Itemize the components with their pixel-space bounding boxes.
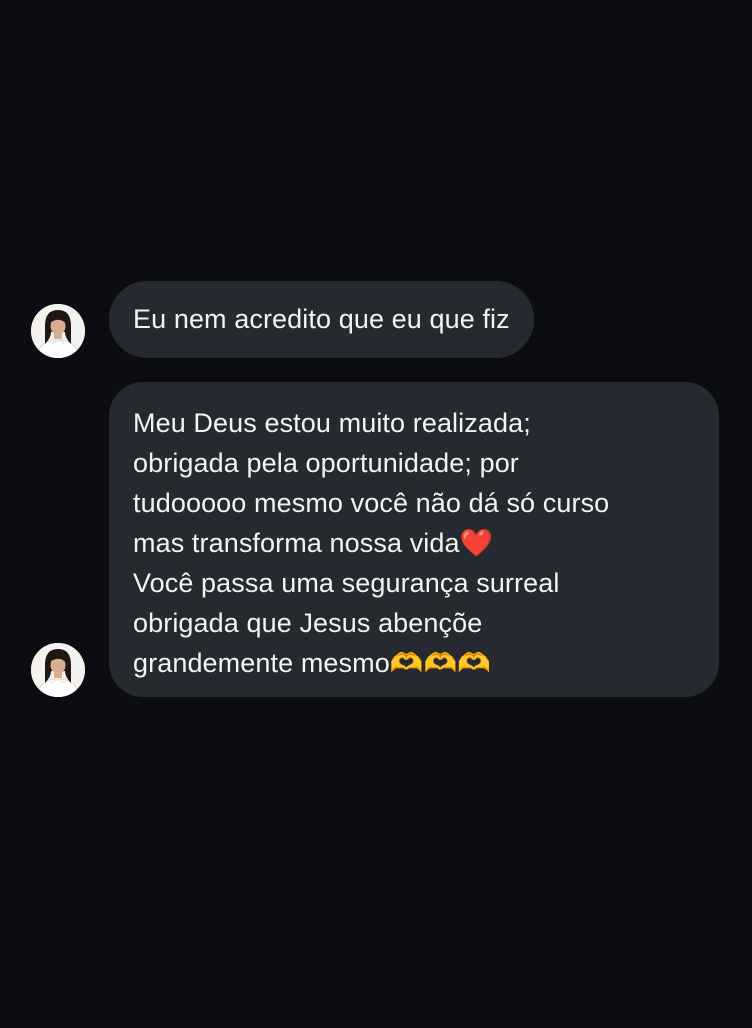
heart-hands-emoji-icon: 🫶🫶🫶 bbox=[389, 648, 491, 678]
message-text: obrigada pela oportunidade; por bbox=[133, 448, 519, 478]
message-text: tudooooo mesmo você não dá só curso bbox=[133, 488, 610, 518]
message-text: Você passa uma segurança surreal bbox=[133, 568, 560, 598]
message-text: grandemente mesmo bbox=[133, 648, 390, 678]
message-text: obrigada que Jesus abençõe bbox=[133, 608, 483, 638]
avatar-photo-icon bbox=[31, 304, 85, 358]
sender-avatar[interactable] bbox=[31, 304, 85, 358]
avatar-photo-icon bbox=[31, 643, 85, 697]
message-text-line: grandemente mesmo🫶🫶🫶 bbox=[133, 643, 695, 683]
sender-avatar[interactable] bbox=[31, 643, 85, 697]
message-bubble[interactable]: Eu nem acredito que eu que fiz bbox=[109, 281, 534, 358]
message-text-line: mas transforma nossa vida❤️ bbox=[133, 523, 695, 563]
message-bubble[interactable]: Meu Deus estou muito realizada; obrigada… bbox=[109, 382, 719, 697]
red-heart-emoji-icon: ❤️ bbox=[459, 528, 494, 558]
message-text: Eu nem acredito que eu que fiz bbox=[133, 304, 510, 334]
message-text: Meu Deus estou muito realizada; bbox=[133, 408, 531, 438]
message-text: mas transforma nossa vida bbox=[133, 528, 460, 558]
